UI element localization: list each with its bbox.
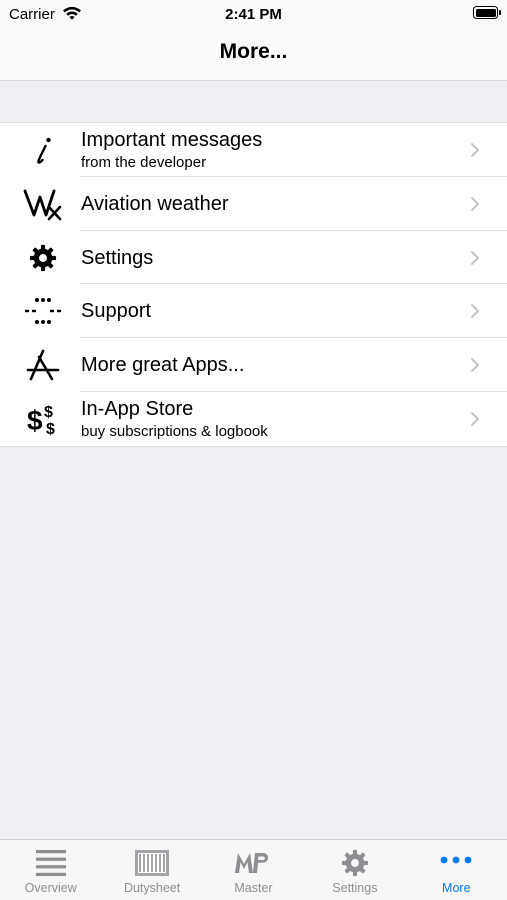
chevron-right-icon: [468, 357, 482, 373]
dollar-signs-icon: $ $ $: [20, 400, 66, 438]
clock: 2:41 PM: [225, 6, 282, 23]
svg-text:$: $: [46, 421, 55, 438]
tab-dutysheet[interactable]: Dutysheet: [101, 840, 202, 900]
dutysheet-icon: [101, 848, 202, 878]
menu-item-title: In-App Store: [81, 397, 194, 420]
menu-item-important-messages[interactable]: Important messages from the developer: [0, 123, 507, 177]
menu-item-title: More great Apps...: [81, 354, 245, 377]
wx-icon: [20, 185, 66, 223]
tab-label: Master: [234, 881, 273, 895]
menu-item-support[interactable]: Support: [0, 284, 507, 339]
chevron-right-icon: [468, 411, 482, 427]
info-italic-icon: [20, 131, 66, 169]
menu-item-title: Support: [81, 300, 152, 323]
ellipsis-icon: [406, 848, 507, 878]
page-title: More...: [219, 40, 288, 63]
mp-logo-icon: [203, 848, 304, 878]
app-store-icon: [20, 346, 66, 384]
gear-icon: [304, 848, 405, 878]
tab-label: More: [442, 881, 471, 895]
tab-overview[interactable]: Overview: [0, 840, 101, 900]
menu-item-more-apps[interactable]: More great Apps...: [0, 338, 507, 392]
top-bar: Carrier 2:41 PM More...: [0, 0, 507, 81]
menu-item-title: Settings: [81, 246, 154, 269]
svg-text:$: $: [44, 404, 53, 421]
tab-more[interactable]: More: [406, 840, 507, 900]
menu-item-subtitle: from the developer: [81, 154, 207, 171]
more-menu-list: Important messages from the developer Av…: [0, 122, 507, 447]
support-dots-icon: [20, 292, 66, 330]
svg-text:$: $: [27, 405, 43, 436]
menu-item-title: Important messages: [81, 129, 263, 151]
battery-icon: [473, 6, 501, 19]
tab-label: Dutysheet: [123, 881, 181, 895]
gear-icon: [20, 239, 66, 277]
tab-label: Overview: [24, 881, 77, 895]
menu-item-title: Aviation weather: [81, 192, 229, 215]
tab-bar: Overview Dutysheet Master Settings More: [0, 839, 507, 900]
list-lines-icon: [0, 848, 101, 878]
chevron-right-icon: [468, 303, 482, 319]
chevron-right-icon: [468, 250, 482, 266]
menu-item-settings[interactable]: Settings: [0, 231, 507, 285]
menu-item-aviation-weather[interactable]: Aviation weather: [0, 177, 507, 231]
menu-item-subtitle: buy subscriptions & logbook: [81, 422, 268, 440]
menu-item-in-app-store[interactable]: $ $ $ In-App Store buy subscriptions & l…: [0, 392, 507, 446]
chevron-right-icon: [468, 196, 482, 212]
tab-label: Settings: [332, 881, 378, 895]
tab-settings[interactable]: Settings: [304, 840, 405, 900]
chevron-right-icon: [468, 142, 482, 158]
tab-master[interactable]: Master: [203, 840, 304, 900]
status-bar: Carrier 2:41 PM: [0, 0, 507, 28]
